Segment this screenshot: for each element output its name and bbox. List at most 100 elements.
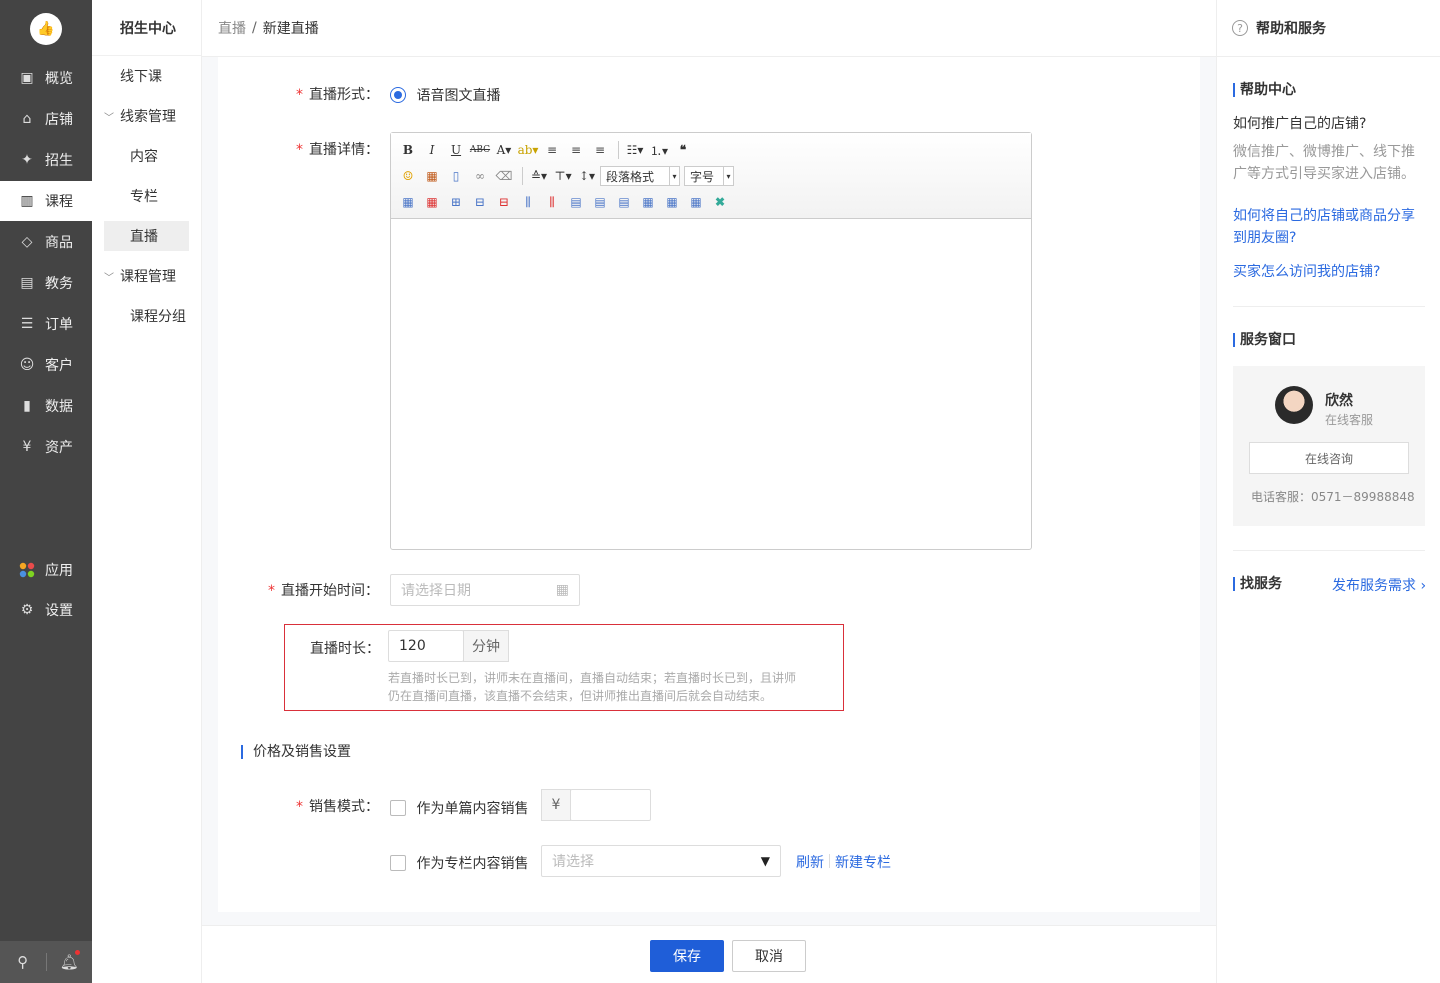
insert-row-icon[interactable]: ⊟ — [469, 192, 491, 212]
delete-table-icon[interactable]: ▦ — [421, 192, 443, 212]
insert-col-icon[interactable]: ⫼ — [517, 192, 539, 212]
detail-label: * 直播详情： — [296, 142, 379, 158]
divider — [522, 167, 523, 185]
emoji-icon[interactable]: ☺ — [397, 166, 419, 186]
nav-item-overview[interactable]: ▣ 概览 — [0, 58, 92, 98]
consult-button[interactable]: 在线咨询 — [1249, 442, 1409, 474]
help-answer-1: 微信推广、微博推广、线下推广等方式引导买家进入店铺。 — [1233, 144, 1415, 182]
nav-item-asset[interactable]: ¥ 资产 — [0, 427, 92, 467]
align-right-icon[interactable]: ≡ — [589, 140, 611, 160]
help-question-2[interactable]: 如何将自己的店铺或商品分享到朋友圈? — [1233, 205, 1425, 249]
column-sale-label: 作为专栏内容销售 — [416, 856, 529, 872]
subnav-item-content[interactable]: 内容 — [104, 141, 189, 171]
main-nav: 👍 ▣ 概览 ⌂ 店铺 ✦ 招生 ▥ 课程 ◇ 商品 ▤ 教务 ☰ 订单 ☺ 客… — [0, 0, 92, 983]
bell-icon[interactable]: 🔔︎ — [47, 950, 93, 971]
bullet-list-icon[interactable]: ☷▾ — [624, 140, 646, 160]
subnav-group-leads[interactable]: ﹀ 线索管理 — [104, 101, 189, 131]
help-panel: ? 帮助和服务 帮助中心 如何推广自己的店铺? 微信推广、微博推广、线下推广等方… — [1216, 0, 1440, 983]
indent-icon[interactable]: ⊤▾ — [552, 166, 574, 186]
duration-input[interactable]: 120 — [388, 630, 464, 662]
merge-cells-icon[interactable]: ▤ — [565, 192, 587, 212]
search-icon[interactable]: ⚲ — [0, 953, 46, 971]
font-size-select[interactable]: 字号 ▾ — [684, 166, 734, 186]
save-button[interactable]: 保存 — [650, 940, 724, 972]
column-select[interactable]: 请选择 ▼ — [541, 845, 781, 877]
column-sale-option[interactable]: 作为专栏内容销售 — [390, 853, 528, 873]
table-props-icon[interactable]: ⊞ — [445, 192, 467, 212]
subnav-item-column[interactable]: 专栏 — [104, 181, 189, 211]
live-type-radio-option[interactable]: 语音图文直播 — [390, 85, 500, 105]
nav-item-customer[interactable]: ☺ 客户 — [0, 345, 92, 385]
new-column-link[interactable]: 新建专栏 — [835, 852, 891, 872]
asset-icon: ¥ — [22, 439, 32, 455]
course-icon: ▥ — [20, 193, 34, 209]
highlight-icon[interactable]: ab▾ — [517, 140, 539, 160]
nav-item-enroll[interactable]: ✦ 招生 — [0, 140, 92, 180]
video-icon[interactable]: ▯ — [445, 166, 467, 186]
publish-demand-link[interactable]: 发布服务需求 › — [1332, 575, 1426, 595]
single-sale-checkbox[interactable] — [390, 800, 406, 816]
nav-item-apps[interactable]: 应用 — [0, 550, 92, 590]
quote-icon[interactable]: ❝ — [672, 140, 694, 160]
form-footer: 保存 取消 — [202, 925, 1216, 983]
cancel-button[interactable]: 取消 — [732, 940, 806, 972]
phone-service: 电话客服：0571－89988848 — [1251, 490, 1415, 504]
subnav-item-course-group[interactable]: 课程分组 — [104, 301, 189, 331]
duration-label: 直播时长： — [310, 641, 380, 657]
nav-item-academic[interactable]: ▤ 教务 — [0, 263, 92, 303]
logo-icon[interactable]: 👍 — [30, 13, 62, 45]
refresh-link[interactable]: 刷新 — [796, 852, 824, 872]
align-left-icon[interactable]: ≡ — [541, 140, 563, 160]
nav-item-course[interactable]: ▥ 课程 — [0, 181, 92, 221]
table-icon[interactable]: ▦ — [397, 192, 419, 212]
editor-toolbar: B I U ABC A▾ ab▾ ≡ ≡ ≡ ☷▾ ⒈▾ ❝ ☺ ▦ ▯ ∞ ⌫ — [391, 133, 1031, 219]
start-time-input[interactable]: 请选择日期 ▦ — [390, 574, 580, 606]
paragraph-format-select[interactable]: 段落格式 ▾ — [600, 166, 680, 186]
start-time-placeholder: 请选择日期 — [401, 583, 471, 599]
bold-icon[interactable]: B — [397, 140, 419, 160]
sub-nav: 招生中心 线下课 ﹀ 线索管理 内容 专栏 直播 ﹀ 课程管理 课程分组 — [92, 0, 202, 983]
nav-bottom-bar: ⚲ 🔔︎ — [0, 941, 92, 983]
customer-icon: ☺ — [19, 357, 35, 373]
single-sale-option[interactable]: 作为单篇内容销售 — [390, 798, 528, 818]
live-type-radio[interactable] — [390, 87, 406, 103]
delete-row-icon[interactable]: ⊟ — [493, 192, 515, 212]
column-sale-checkbox[interactable] — [390, 855, 406, 871]
subnav-item-offline[interactable]: 线下课 — [104, 61, 189, 91]
nav-item-store[interactable]: ⌂ 店铺 — [0, 99, 92, 139]
merge-down-icon[interactable]: ▤ — [613, 192, 635, 212]
service-card: 欣然 在线客服 在线咨询 电话客服：0571－89988848 — [1233, 366, 1425, 526]
clear-table-icon[interactable]: ✖ — [709, 192, 731, 212]
eraser-icon[interactable]: ⌫ — [493, 166, 515, 186]
nav-item-data[interactable]: ▮ 数据 — [0, 386, 92, 426]
link-icon[interactable]: ∞ — [469, 166, 491, 186]
rich-text-editor[interactable]: B I U ABC A▾ ab▾ ≡ ≡ ≡ ☷▾ ⒈▾ ❝ ☺ ▦ ▯ ∞ ⌫ — [390, 132, 1032, 550]
merge-right-icon[interactable]: ▤ — [589, 192, 611, 212]
split-cols-icon[interactable]: ▦ — [685, 192, 707, 212]
line-height-icon[interactable]: ↕▾ — [576, 166, 598, 186]
split-cells-icon[interactable]: ▦ — [637, 192, 659, 212]
nav-item-settings[interactable]: ⚙ 设置 — [0, 590, 92, 630]
nav-item-label: 客户 — [45, 358, 73, 374]
italic-icon[interactable]: I — [421, 140, 443, 160]
paragraph-spacing-icon[interactable]: ≙▾ — [528, 166, 550, 186]
nav-item-goods[interactable]: ◇ 商品 — [0, 222, 92, 262]
align-center-icon[interactable]: ≡ — [565, 140, 587, 160]
nav-item-label: 订单 — [45, 317, 73, 333]
help-question-3[interactable]: 买家怎么访问我的店铺? — [1233, 261, 1425, 283]
price-input[interactable] — [570, 789, 651, 821]
nav-item-order[interactable]: ☰ 订单 — [0, 304, 92, 344]
numbered-list-icon[interactable]: ⒈▾ — [648, 140, 670, 160]
split-rows-icon[interactable]: ▦ — [661, 192, 683, 212]
image-icon[interactable]: ▦ — [421, 166, 443, 186]
delete-col-icon[interactable]: ⫼ — [541, 192, 563, 212]
subnav-group-course-mgmt[interactable]: ﹀ 课程管理 — [104, 261, 189, 291]
subnav-group-label: 线索管理 — [120, 109, 176, 125]
strikethrough-icon[interactable]: ABC — [469, 140, 491, 160]
nav-item-label: 教务 — [45, 276, 73, 292]
store-icon: ⌂ — [22, 111, 32, 127]
breadcrumb-parent[interactable]: 直播 — [218, 18, 246, 38]
underline-icon[interactable]: U — [445, 140, 467, 160]
font-color-icon[interactable]: A▾ — [493, 140, 515, 160]
subnav-item-live[interactable]: 直播 — [104, 221, 189, 251]
